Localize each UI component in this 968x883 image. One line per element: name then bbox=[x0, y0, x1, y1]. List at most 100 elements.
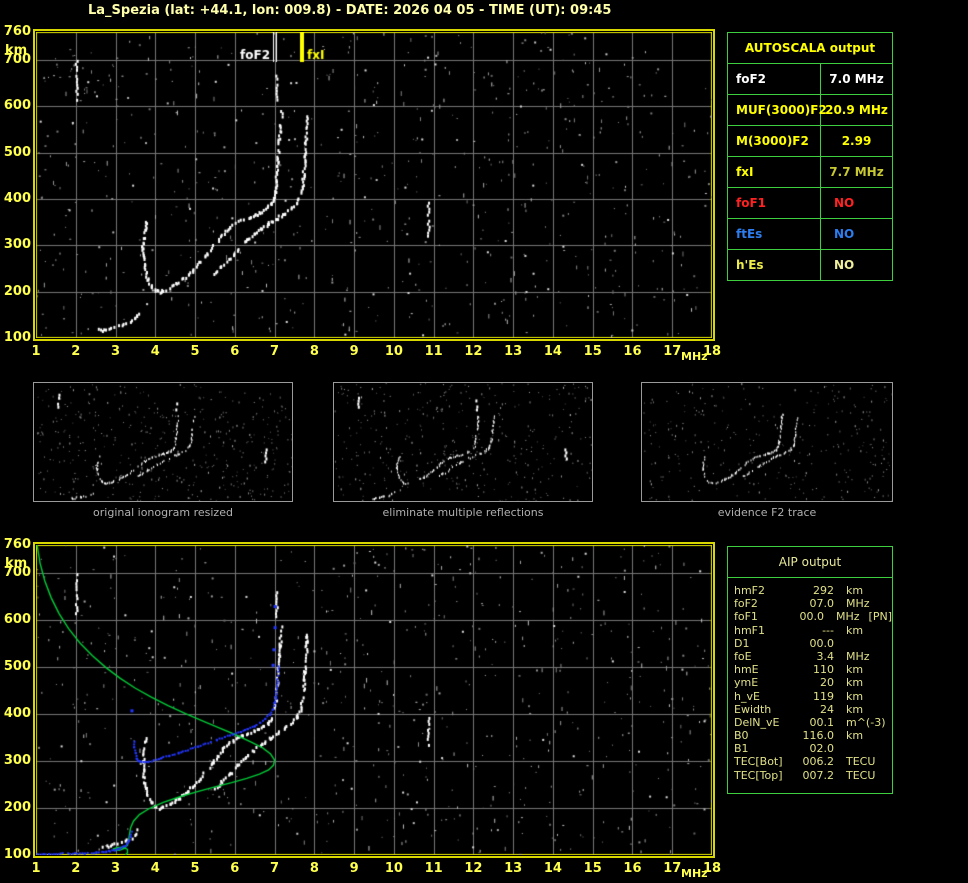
parameter-flag: [PN] bbox=[868, 610, 892, 624]
station-title: La_Spezia (lat: +44.1, lon: 009.8) - DAT… bbox=[88, 3, 612, 18]
parameter-value: NO bbox=[834, 227, 855, 241]
parameter-value: 24 bbox=[820, 702, 834, 716]
autoscala-row-fxI: fxI 7.7 MHz bbox=[728, 156, 892, 187]
parameter-label: foF1 bbox=[734, 610, 758, 624]
parameter-value: 006.2 bbox=[802, 755, 835, 769]
autoscala-row-MUF(3000)F2: MUF(3000)F2 20.9 MHz bbox=[728, 94, 892, 125]
main-plot-x-unit: MHz bbox=[681, 350, 708, 363]
parameter-label: h'Es bbox=[728, 250, 821, 280]
aip-row-foE: foE 3.4 MHz bbox=[734, 650, 892, 663]
parameter-label: hmF1 bbox=[734, 623, 766, 637]
parameter-label: DelN_vE bbox=[734, 715, 780, 729]
parameter-value: 119 bbox=[813, 689, 834, 703]
y-tick-label: 760 bbox=[3, 537, 31, 552]
aip-row-DelN_vE: DelN_vE 00.1 m^(-3) bbox=[734, 716, 892, 729]
parameter-unit: km bbox=[846, 663, 864, 677]
parameter-value: 116.0 bbox=[802, 729, 835, 743]
main-ionogram-canvas bbox=[36, 32, 712, 338]
autoscala-app-window: La_Spezia (lat: +44.1, lon: 009.8) - DAT… bbox=[0, 0, 968, 883]
x-tick-label: 7 bbox=[270, 344, 280, 359]
x-tick-label: 13 bbox=[504, 344, 523, 359]
x-tick-label: 1 bbox=[31, 344, 41, 359]
thumbnail-eliminate-canvas bbox=[334, 383, 592, 501]
main-plot-y-unit: km bbox=[5, 43, 28, 58]
x-tick-label: 3 bbox=[110, 344, 121, 359]
y-tick-label: 500 bbox=[3, 144, 31, 160]
parameter-unit: km bbox=[846, 623, 864, 637]
parameter-label: M(3000)F2 bbox=[728, 126, 821, 156]
aip-ionogram-plot bbox=[33, 542, 715, 858]
parameter-value: 00.1 bbox=[809, 715, 835, 729]
parameter-value: 00.0 bbox=[809, 636, 835, 650]
y-tick-label: 400 bbox=[3, 190, 31, 206]
x-tick-label: 16 bbox=[623, 344, 642, 359]
x-tick-label: 1 bbox=[31, 861, 41, 876]
aip-row-Ewidth: Ewidth 24 km bbox=[734, 703, 892, 716]
x-tick-label: 6 bbox=[230, 861, 240, 876]
thumbnail-f2-label: evidence F2 trace bbox=[717, 506, 817, 519]
autoscala-row-M(3000)F2: M(3000)F2 2.99 bbox=[728, 125, 892, 156]
parameter-label: ymE bbox=[734, 676, 759, 690]
x-tick-label: 4 bbox=[150, 861, 160, 876]
parameter-value: 007.2 bbox=[802, 768, 835, 782]
x-tick-label: 8 bbox=[309, 861, 319, 876]
aip-row-TEC[Top]: TEC[Top] 007.2 TECU bbox=[734, 769, 892, 782]
parameter-label: foF2 bbox=[728, 64, 821, 94]
aip-ionogram-canvas bbox=[36, 545, 712, 855]
x-tick-label: 15 bbox=[583, 861, 602, 876]
parameter-unit: TECU bbox=[846, 768, 876, 782]
parameter-label: h_vE bbox=[734, 689, 760, 703]
thumbnail-f2-trace bbox=[641, 382, 893, 502]
parameter-label: foF1 bbox=[728, 188, 821, 218]
parameter-value: --- bbox=[822, 623, 834, 637]
parameter-value: 07.0 bbox=[809, 597, 835, 611]
y-tick-label: 600 bbox=[3, 612, 31, 628]
thumbnail-original-ionogram bbox=[33, 382, 293, 502]
parameter-value: 292 bbox=[813, 584, 834, 597]
aip-row-foF2: foF2 07.0 MHz bbox=[734, 597, 892, 610]
parameter-value: 7.7 MHz bbox=[829, 165, 884, 179]
x-tick-label: 9 bbox=[349, 344, 359, 359]
y-tick-label: 400 bbox=[3, 706, 31, 722]
parameter-unit: m^(-3) bbox=[846, 715, 886, 729]
x-tick-label: 11 bbox=[424, 344, 443, 359]
parameter-unit bbox=[834, 742, 846, 755]
thumbnail-eliminate-reflections bbox=[333, 382, 593, 502]
parameter-label: D1 bbox=[734, 636, 750, 650]
x-tick-label: 10 bbox=[384, 344, 403, 359]
y-tick-label: 100 bbox=[3, 847, 31, 862]
parameter-label: ftEs bbox=[728, 219, 821, 249]
parameter-unit: MHz bbox=[836, 610, 860, 624]
aip-row-D1: D1 00.0 bbox=[734, 637, 892, 650]
parameter-unit: TECU bbox=[846, 755, 876, 769]
x-tick-label: 9 bbox=[349, 861, 359, 876]
parameter-value: 02.0 bbox=[809, 742, 835, 756]
parameter-unit: MHz bbox=[846, 597, 870, 611]
x-tick-label: 5 bbox=[190, 344, 200, 359]
parameter-label: Ewidth bbox=[734, 702, 772, 716]
parameter-unit: km bbox=[846, 584, 864, 597]
aip-row-ymE: ymE 20 km bbox=[734, 676, 892, 689]
aip-row-B1: B1 02.0 bbox=[734, 742, 892, 755]
thumbnail-original-label: original ionogram resized bbox=[93, 506, 233, 519]
thumbnail-f2-canvas bbox=[642, 383, 892, 501]
y-tick-label: 200 bbox=[3, 800, 31, 816]
parameter-unit bbox=[834, 637, 846, 650]
parameter-label: TEC[Top] bbox=[734, 768, 783, 782]
x-tick-label: 10 bbox=[384, 861, 403, 876]
autoscala-row-ftEs: ftEs NO bbox=[728, 218, 892, 249]
aip-plot-y-unit: km bbox=[5, 556, 28, 571]
x-tick-label: 4 bbox=[150, 344, 160, 359]
main-ionogram-plot bbox=[33, 29, 715, 341]
x-tick-label: 12 bbox=[464, 861, 483, 876]
aip-row-hmF2: hmF2 292 km bbox=[734, 584, 892, 597]
y-tick-label: 760 bbox=[3, 24, 31, 39]
parameter-label: MUF(3000)F2 bbox=[728, 95, 827, 125]
parameter-value: 110 bbox=[813, 663, 834, 677]
parameter-unit: km bbox=[846, 702, 864, 716]
aip-table-title: AIP output bbox=[728, 547, 892, 578]
x-tick-label: 7 bbox=[270, 861, 280, 876]
parameter-label: TEC[Bot] bbox=[734, 755, 783, 769]
parameter-label: foF2 bbox=[734, 597, 758, 611]
aip-row-B0: B0 116.0 km bbox=[734, 729, 892, 742]
